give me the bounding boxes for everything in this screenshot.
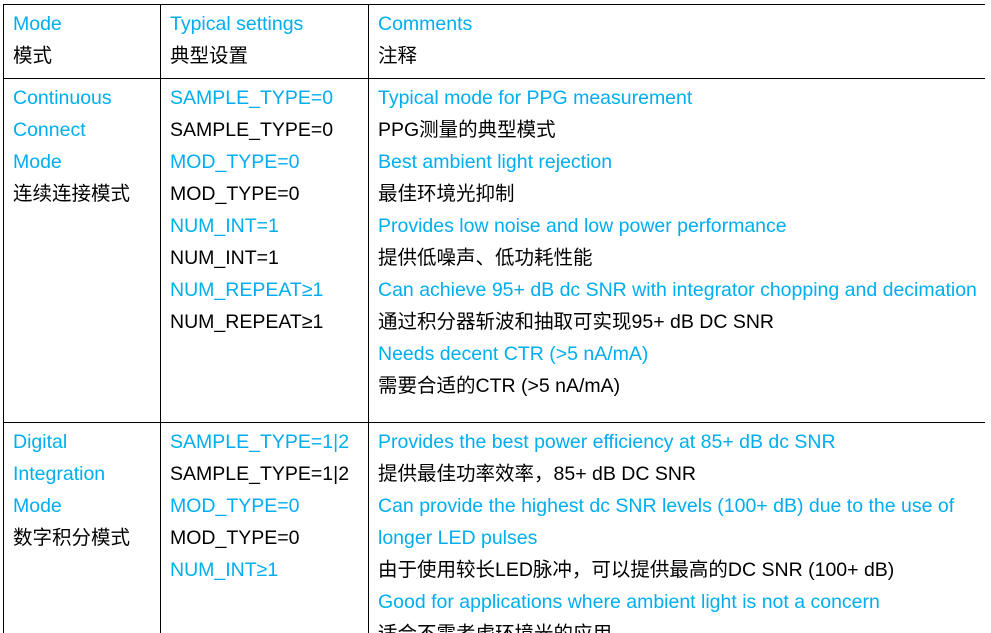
table-clip-region: Mode 模式 Typical settings 典型设置 Comments 注… [3, 4, 985, 633]
header-mode-zh: 模式 [13, 45, 53, 67]
table-header-row: Mode 模式 Typical settings 典型设置 Comments 注… [3, 4, 985, 79]
comment-line: Provides the best power efficiency at 85… [378, 431, 836, 453]
setting-line: SAMPLE_TYPE=0 [170, 87, 334, 109]
header-cell-comments: Comments 注释 [368, 4, 985, 79]
comment-line: Can provide the highest dc SNR levels (1… [378, 495, 955, 549]
setting-line: NUM_INT=1 [170, 247, 279, 269]
page-root: Mode 模式 Typical settings 典型设置 Comments 注… [0, 0, 991, 633]
mode-zh-line: 数字积分模式 [13, 527, 131, 549]
mode-en-line: Connect [13, 119, 86, 141]
comment-line: 适合不需考虑环境光的应用 [378, 618, 977, 633]
header-comments-en: Comments [378, 13, 473, 35]
header-cell-typical-settings: Typical settings 典型设置 [160, 4, 369, 79]
comment-line: 需要合适的CTR (>5 nA/mA) [378, 375, 621, 397]
setting-line: SAMPLE_TYPE=1|2 [170, 463, 350, 485]
table-row: Continuous Connect Mode 连续连接模式 SAMPLE_TY… [3, 78, 985, 423]
setting-line: MOD_TYPE=0 [170, 151, 300, 173]
cell-mode-continuous-connect: Continuous Connect Mode 连续连接模式 [3, 78, 161, 423]
cell-settings-digital-integration: SAMPLE_TYPE=1|2 SAMPLE_TYPE=1|2 MOD_TYPE… [160, 422, 369, 633]
header-comments-zh: 注释 [378, 45, 418, 67]
cell-comments-continuous-connect: Typical mode for PPG measurement PPG测量的典… [368, 78, 985, 423]
setting-line: SAMPLE_TYPE=1|2 [170, 431, 350, 453]
comment-line: 最佳环境光抑制 [378, 183, 515, 205]
cell-settings-continuous-connect: SAMPLE_TYPE=0 SAMPLE_TYPE=0 MOD_TYPE=0 M… [160, 78, 369, 423]
setting-line: NUM_REPEAT≥1 [170, 311, 324, 333]
comment-line: Needs decent CTR (>5 nA/mA) [378, 343, 649, 365]
header-settings-zh: 典型设置 [170, 45, 249, 67]
comment-line: Can achieve 95+ dB dc SNR with integrato… [378, 279, 977, 301]
mode-settings-table: Mode 模式 Typical settings 典型设置 Comments 注… [3, 4, 985, 633]
header-cell-mode: Mode 模式 [3, 4, 161, 79]
cell-comments-digital-integration: Provides the best power efficiency at 85… [368, 422, 985, 633]
setting-line: NUM_REPEAT≥1 [170, 279, 324, 301]
setting-line: NUM_INT=1 [170, 215, 279, 237]
setting-line: MOD_TYPE=0 [170, 495, 300, 517]
comment-line: 提供最佳功率效率，85+ dB DC SNR [378, 463, 697, 485]
mode-en-line: Mode [13, 151, 62, 173]
comment-line: Typical mode for PPG measurement [378, 87, 693, 109]
mode-zh-line: 连续连接模式 [13, 183, 131, 205]
mode-en-line: Integration [13, 463, 106, 485]
comment-line: Best ambient light rejection [378, 151, 613, 173]
comment-line: 由于使用较长LED脉冲，可以提供最高的DC SNR (100+ dB) [378, 559, 895, 581]
setting-line: NUM_INT≥1 [170, 559, 279, 581]
comment-line: PPG测量的典型模式 [378, 119, 556, 141]
header-mode-en: Mode [13, 13, 62, 35]
setting-line: SAMPLE_TYPE=0 [170, 119, 334, 141]
mode-en-line: Mode [13, 495, 62, 517]
table-row: Digital Integration Mode 数字积分模式 SAMPLE_T… [3, 422, 985, 633]
comment-line: Provides low noise and low power perform… [378, 215, 787, 237]
mode-en-line: Continuous [13, 87, 112, 109]
comment-line: Good for applications where ambient ligh… [378, 591, 880, 613]
setting-line: MOD_TYPE=0 [170, 527, 300, 549]
header-settings-en: Typical settings [170, 13, 304, 35]
comment-line: 提供低噪声、低功耗性能 [378, 247, 593, 269]
comment-line: 通过积分器斩波和抽取可实现95+ dB DC SNR [378, 311, 775, 333]
cell-mode-digital-integration: Digital Integration Mode 数字积分模式 [3, 422, 161, 633]
setting-line: MOD_TYPE=0 [170, 183, 300, 205]
mode-en-line: Digital [13, 431, 68, 453]
